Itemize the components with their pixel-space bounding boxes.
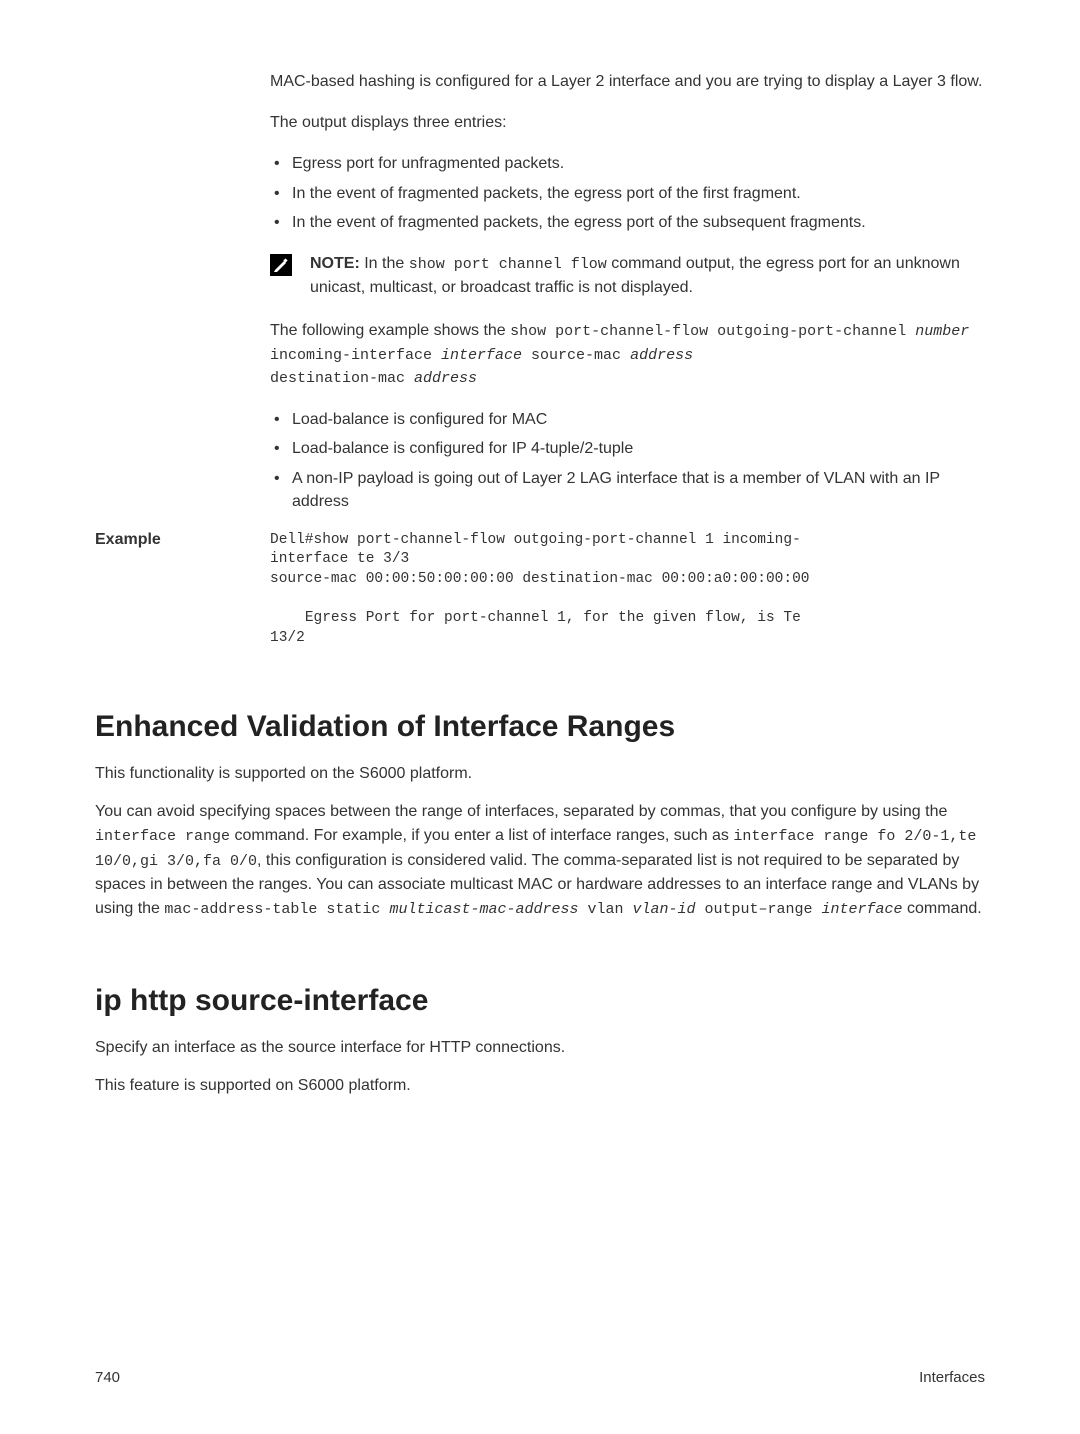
example-code: Dell#show port-channel-flow outgoing-por… <box>270 531 810 648</box>
footer: 740 Interfaces <box>95 1369 985 1386</box>
list-item: In the event of fragmented packets, the … <box>270 182 985 205</box>
page-section-label: Interfaces <box>919 1369 985 1386</box>
example-label: Example <box>95 531 270 549</box>
list-item: Load-balance is configured for MAC <box>270 408 985 431</box>
example-intro: The following example shows the show por… <box>270 319 985 390</box>
example-row: Example Dell#show port-channel-flow outg… <box>95 531 985 648</box>
bullets-2: Load-balance is configured for MAC Load-… <box>270 408 985 513</box>
output-line: The output displays three entries: <box>270 111 985 134</box>
note-text: NOTE: In the show port channel flow comm… <box>310 252 985 299</box>
note-label: NOTE: <box>310 255 360 272</box>
note-pencil-icon <box>270 254 292 276</box>
section2-p1: Specify an interface as the source inter… <box>95 1036 985 1060</box>
section1-p1: This functionality is supported on the S… <box>95 762 985 786</box>
list-item: Load-balance is configured for IP 4-tupl… <box>270 437 985 460</box>
list-item: A non-IP payload is going out of Layer 2… <box>270 467 985 513</box>
heading-enhanced-validation: Enhanced Validation of Interface Ranges <box>95 710 985 744</box>
page-number: 740 <box>95 1369 120 1386</box>
intro-text: MAC-based hashing is configured for a La… <box>270 70 985 93</box>
list-item: Egress port for unfragmented packets. <box>270 152 985 175</box>
section2-p2: This feature is supported on S6000 platf… <box>95 1074 985 1098</box>
section1-p2: You can avoid specifying spaces between … <box>95 800 985 922</box>
bullets-1: Egress port for unfragmented packets. In… <box>270 152 985 234</box>
list-item: In the event of fragmented packets, the … <box>270 211 985 234</box>
heading-ip-http: ip http source-interface <box>95 984 985 1018</box>
note-block: NOTE: In the show port channel flow comm… <box>270 252 985 299</box>
